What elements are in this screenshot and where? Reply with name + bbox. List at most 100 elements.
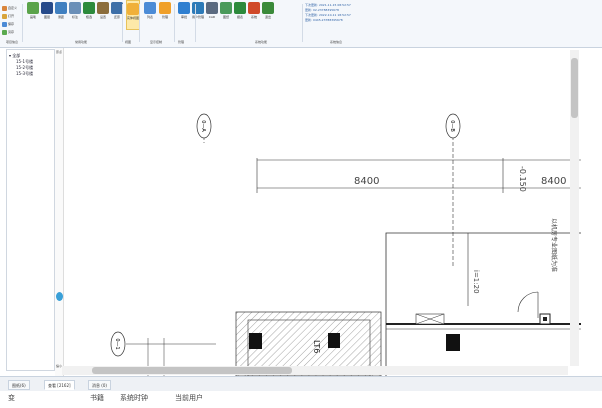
axis-label-a: 0—A <box>200 120 206 132</box>
column[interactable] <box>446 334 460 351</box>
ribbon-button[interactable]: 画笔 <box>26 0 40 30</box>
status-text: 书籍 <box>90 394 104 402</box>
annotate-icon <box>69 2 81 14</box>
user-manage-icon <box>192 2 204 14</box>
custom-icon <box>2 5 7 11</box>
list-icon <box>144 2 156 14</box>
beam-label: LT6 <box>312 340 321 353</box>
scroll-thumb[interactable] <box>92 367 292 374</box>
open-icon <box>2 13 7 19</box>
ribbon-small-item[interactable]: 另存 <box>2 28 20 36</box>
ribbon-button[interactable]: 图纸 <box>219 0 233 30</box>
tree-item[interactable]: 15-3号楼 <box>16 71 33 77</box>
ribbon-toolbar: 自定义 打开 保存 另存 画笔 图层 测距 标注 框选 设置 还原 实体视图 列表 管理 审批 用户管… <box>0 0 602 48</box>
ribbon-small-stack: 自定义 打开 保存 另存 <box>2 4 20 36</box>
ribbon-button[interactable]: 图层 <box>40 0 54 30</box>
horizontal-scrollbar[interactable] <box>62 366 568 375</box>
ribbon-button[interactable]: 设置 <box>96 0 110 30</box>
system-icon <box>248 2 260 14</box>
ribbon-button-label: 管理 <box>161 15 168 19</box>
entity-view-icon <box>127 3 139 15</box>
ribbon-button-label: 退出 <box>264 15 271 19</box>
ribbon-button[interactable]: 测距 <box>54 0 68 30</box>
select-icon <box>83 2 95 14</box>
ribbon-button-label: CAD <box>208 15 216 19</box>
measure-icon <box>55 2 67 14</box>
ribbon-button-label: 框选 <box>85 15 92 19</box>
ruler-label: 原点 <box>56 50 63 54</box>
status-text: 系统时钟 <box>120 394 148 402</box>
ribbon-button[interactable]: 管理 <box>158 0 172 30</box>
system-info-panel: 下次更新: 2021-11-15 08:52:57 更新: 02-2378839… <box>305 3 373 41</box>
ribbon-small-item[interactable]: 自定义 <box>2 4 20 12</box>
info-line: 更新: 0445-23788395678 <box>305 18 343 22</box>
axis-label-1: 0—1 <box>114 338 120 349</box>
vertical-scrollbar[interactable] <box>570 50 579 366</box>
ribbon-button[interactable]: 列表 <box>143 0 157 30</box>
ribbon-button[interactable]: 报表 <box>233 0 247 30</box>
status-bar: 变 书籍 系统时钟 当前用户 <box>0 391 602 408</box>
ribbon-button[interactable]: 审批 <box>177 0 191 30</box>
layers-icon <box>41 2 53 14</box>
settings-icon <box>97 2 109 14</box>
door-arc <box>517 291 539 313</box>
vertical-ruler: 原点 缩小 <box>55 48 64 376</box>
save-icon <box>2 21 7 27</box>
cad-drawing: 0—A 0—B 8400 8400 -0.150 i=1:20 以机房专业图纸为… <box>110 113 581 377</box>
ribbon-button-label: 实体视图 <box>127 16 140 20</box>
ribbon-button-label: 系统 <box>250 15 257 19</box>
ribbon-group-label: 显示控制 <box>150 40 163 44</box>
ribbon-group-label: 管理 <box>178 40 185 44</box>
axis-label-b: 0—B <box>449 120 455 132</box>
bottom-tabs: 图纸(6) 查看 [2162] 消息 (0) <box>0 376 602 391</box>
ribbon-button-label: 用户管理 <box>191 15 204 19</box>
tab-drawings[interactable]: 图纸(6) <box>8 380 30 390</box>
ribbon-small-item[interactable]: 打开 <box>2 12 20 20</box>
note-text: 以机房专业图纸为准 <box>550 218 558 272</box>
status-text: 当前用户 <box>175 394 203 402</box>
dimension-text: 8400 <box>354 176 379 187</box>
ribbon-divider <box>139 4 140 42</box>
ribbon-button-label: 列表 <box>146 15 153 19</box>
status-text: 变 <box>8 394 15 402</box>
brush-icon <box>27 2 39 14</box>
manage-icon <box>159 2 171 14</box>
ribbon-button-label: 报表 <box>236 15 243 19</box>
report-icon <box>234 2 246 14</box>
ribbon-button-label: 画笔 <box>29 15 36 19</box>
scroll-thumb[interactable] <box>571 58 578 118</box>
column[interactable] <box>249 333 262 349</box>
ribbon-button-label: 图纸 <box>222 15 229 19</box>
ribbon-button[interactable]: 退出 <box>261 0 275 30</box>
ribbon-small-item[interactable]: 保存 <box>2 20 20 28</box>
ribbon-divider <box>302 4 303 42</box>
ribbon-group-label: 常用功能 <box>75 40 88 44</box>
ribbon-divider <box>174 4 175 42</box>
ribbon-button[interactable]: 用户管理 <box>191 0 205 30</box>
drawing-canvas[interactable]: 0—A 0—B 8400 8400 -0.150 i=1:20 以机房专业图纸为… <box>55 48 581 377</box>
ribbon-divider <box>122 4 123 42</box>
drawing-icon <box>220 2 232 14</box>
ribbon-divider <box>195 4 196 42</box>
slope-text: i=1:20 <box>472 270 480 294</box>
cad-icon <box>206 2 218 14</box>
ribbon-button[interactable]: CAD <box>205 0 219 30</box>
ribbon-group-label: 系统功能 <box>255 40 268 44</box>
ribbon-button[interactable]: 实体视图 <box>126 0 140 30</box>
ribbon-group-label: 视图 <box>125 40 132 44</box>
ribbon-button[interactable]: 系统 <box>247 0 261 30</box>
tab-messages[interactable]: 消息 (0) <box>88 380 111 390</box>
elevation-text: -0.150 <box>518 166 527 192</box>
column[interactable] <box>328 333 340 348</box>
project-tree: ▾ 全部 15-1号楼 15-2号楼 15-3号楼 <box>6 49 55 371</box>
exit-icon <box>262 2 274 14</box>
ribbon-button[interactable]: 框选 <box>82 0 96 30</box>
ribbon-button-label: 标注 <box>71 15 78 19</box>
dimension-text: 8400 <box>541 176 566 187</box>
ribbon-button[interactable]: 标注 <box>68 0 82 30</box>
save-as-icon <box>2 29 7 35</box>
ribbon-button-label: 测距 <box>57 15 64 19</box>
tab-view[interactable]: 查看 [2162] <box>44 380 75 390</box>
ribbon-divider <box>22 4 23 42</box>
position-marker[interactable] <box>56 292 63 301</box>
